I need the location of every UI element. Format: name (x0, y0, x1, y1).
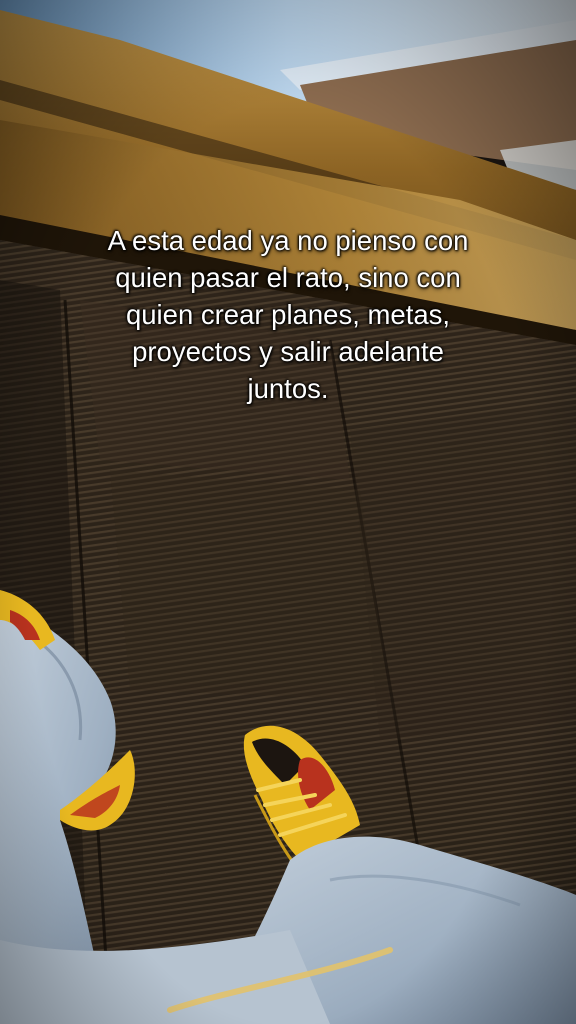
video-frame: A esta edad ya no pienso con quien pasar… (0, 0, 576, 1024)
caption-text: A esta edad ya no pienso con quien pasar… (107, 225, 469, 404)
escalator-photo (0, 0, 576, 1024)
